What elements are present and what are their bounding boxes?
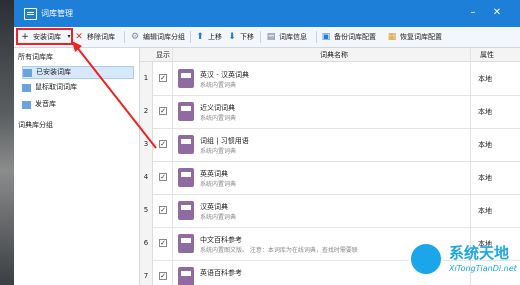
highlight-box xyxy=(16,28,73,45)
dictionary-attribute: 本地 xyxy=(478,108,492,116)
dictionary-name: 词组 | 习惯用语 xyxy=(200,137,249,145)
dictionary-description: 系统内置词典 xyxy=(200,214,237,221)
toolbar-divider xyxy=(260,31,261,43)
dictionary-description: 系统内置词典 xyxy=(200,115,237,122)
display-checkbox[interactable]: ✓ xyxy=(159,140,167,148)
dictionary-attribute: 本地 xyxy=(478,141,492,149)
dictionary-attribute: 本地 xyxy=(478,75,492,83)
dictionary-name: 英语百科参考 xyxy=(200,269,242,277)
folder-icon xyxy=(23,68,32,77)
watermark-title: 系统天地 xyxy=(449,244,510,262)
row-number: 7 xyxy=(140,260,153,285)
dictionary-info-label: 词库信息 xyxy=(279,33,307,41)
folder-icon xyxy=(22,83,31,92)
move-up-label: 上移 xyxy=(208,33,222,41)
move-up-button[interactable]: ⬆ 上移 xyxy=(195,30,222,44)
info-icon: ▤ xyxy=(266,32,276,42)
dictionary-info-button[interactable]: ▤ 词库信息 xyxy=(266,30,307,44)
row-number: 6 xyxy=(140,227,153,260)
watermark-logo-icon xyxy=(409,242,443,276)
title-bar: 词库管理 – ✕ xyxy=(14,0,520,27)
dictionary-groups-heading[interactable]: 词典库分组 xyxy=(18,120,53,130)
dictionary-book-icon xyxy=(178,69,194,88)
speaker-icon xyxy=(22,100,31,109)
table-row[interactable]: 1 ✓ 英汉 - 汉英词典 系统内置词典 本地 xyxy=(140,62,520,96)
arrow-down-icon: ⬇ xyxy=(228,32,236,42)
toolbar-divider xyxy=(190,31,191,43)
dictionary-name: 中文百科参考 xyxy=(200,236,242,244)
dictionary-description: 系统内置词典 xyxy=(200,148,237,155)
desktop-background xyxy=(0,0,14,285)
row-number: 5 xyxy=(140,194,153,227)
close-icon[interactable]: ✕ xyxy=(490,6,504,20)
minimize-icon[interactable]: – xyxy=(466,6,480,20)
sidebar-item-label: 发音库 xyxy=(35,100,56,108)
backup-icon: ▣ xyxy=(321,32,331,42)
table-header: 显示 词典名称 属性 xyxy=(140,48,520,62)
watermark-url: XiTongTianDi.net xyxy=(449,264,517,273)
annotation-arrow xyxy=(72,41,157,149)
backup-config-button[interactable]: ▣ 备份词库配置 xyxy=(321,30,376,44)
dictionary-attribute: 本地 xyxy=(478,207,492,215)
dictionary-attribute: 本地 xyxy=(478,174,492,182)
dictionary-description: 系统内置图文版。 注意：本词库为在线词典，查找时需要联 xyxy=(200,247,358,254)
table-row[interactable]: 3 ✓ 词组 | 习惯用语 系统内置词典 本地 xyxy=(140,128,520,162)
dictionary-description: 系统内置词典 xyxy=(200,82,237,89)
dictionary-book-icon xyxy=(178,102,194,121)
display-checkbox[interactable]: ✓ xyxy=(159,74,167,82)
display-checkbox[interactable]: ✓ xyxy=(159,272,167,280)
arrow-up-icon: ⬆ xyxy=(196,32,204,42)
table-row[interactable]: 5 ✓ 汉英词典 系统内置词典 本地 xyxy=(140,194,520,228)
restore-config-label: 恢复词库配置 xyxy=(400,33,442,41)
table-row[interactable]: 4 ✓ 英英词典 系统内置词典 本地 xyxy=(140,161,520,195)
watermark: 系统天地 XiTongTianDi.net xyxy=(409,240,520,285)
dictionary-name: 英汉 - 汉英词典 xyxy=(200,71,249,79)
move-down-button[interactable]: ⬇ 下移 xyxy=(227,30,254,44)
window-title: 词库管理 xyxy=(41,9,73,18)
display-checkbox[interactable]: ✓ xyxy=(159,239,167,247)
app-icon xyxy=(24,8,37,20)
dictionary-name: 汉英词典 xyxy=(200,203,228,211)
move-down-label: 下移 xyxy=(240,33,254,41)
dictionary-name: 英英词典 xyxy=(200,170,228,178)
restore-icon: ▦ xyxy=(387,32,397,42)
column-name[interactable]: 词典名称 xyxy=(320,50,348,60)
backup-config-label: 备份词库配置 xyxy=(334,33,376,41)
table-row[interactable]: 2 ✓ 近义词词典 系统内置词典 本地 xyxy=(140,95,520,129)
restore-config-button[interactable]: ▦ 恢复词库配置 xyxy=(387,30,442,44)
dictionary-manager-window: 词库管理 – ✕ + 安装词库 ▾ ✕ 移除词库 ⚙ 编辑词库分组 ⬆ 上移 ⬇… xyxy=(14,0,520,285)
dictionary-book-icon xyxy=(178,234,194,253)
dictionary-description: 系统内置词典 xyxy=(200,181,237,188)
sidebar-item-label: 已安装词库 xyxy=(36,68,71,76)
dictionary-book-icon xyxy=(178,201,194,220)
toolbar-divider xyxy=(316,31,317,43)
display-checkbox[interactable]: ✓ xyxy=(159,107,167,115)
dictionary-book-icon xyxy=(178,168,194,187)
dictionary-book-icon xyxy=(178,135,194,154)
column-attr[interactable]: 属性 xyxy=(480,50,494,60)
all-dictionaries-heading: 所有词库库 xyxy=(18,53,53,61)
dictionary-name: 近义词词典 xyxy=(200,104,235,112)
display-checkbox[interactable]: ✓ xyxy=(159,206,167,214)
dictionary-book-icon xyxy=(178,267,194,285)
row-number: 4 xyxy=(140,161,153,194)
display-checkbox[interactable]: ✓ xyxy=(159,173,167,181)
